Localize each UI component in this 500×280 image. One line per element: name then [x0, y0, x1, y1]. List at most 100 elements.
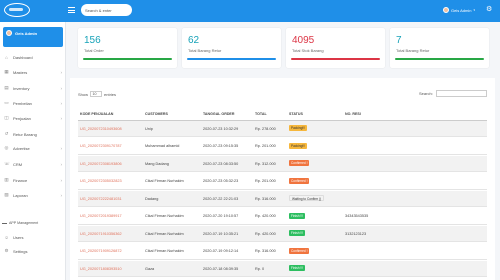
- order-code-link[interactable]: UG_2020071909126872: [80, 249, 122, 253]
- chevron-right-icon: ›: [60, 115, 63, 121]
- section-dash: [2, 223, 7, 224]
- order-code-link[interactable]: UG_2020072308193806: [80, 162, 122, 166]
- sidebar-item-penjualan[interactable]: ◫ Penjualan ›: [0, 113, 66, 123]
- table-row[interactable]: UG_2020072310493608 Unip 2020-07-23 10:32:…: [78, 121, 487, 137]
- sidebar-item-icon: ◫: [4, 115, 9, 120]
- stat-value: 4095: [292, 35, 315, 46]
- total-cell: Rp. 201.000: [255, 144, 276, 148]
- stat-value: 62: [188, 35, 200, 46]
- stat-progress-bar: [187, 58, 276, 60]
- stat-value: 7: [396, 35, 402, 46]
- sidebar-item-label: Masters: [13, 69, 28, 75]
- sidebar-item-laporan[interactable]: ▧ Laporan ›: [0, 190, 66, 200]
- sidebar-item-icon: ▥: [4, 177, 9, 182]
- sidebar-item-inventory[interactable]: ▤ Inventory ›: [0, 83, 66, 93]
- table-row[interactable]: UG_2020072305032823 Cikal Firman Nurhakim…: [78, 174, 487, 190]
- sidebar-item-label: Retur Barang: [13, 131, 37, 137]
- column-header-kode[interactable]: KODE PENJUALAN: [80, 112, 113, 116]
- table-row[interactable]: UG_2020072309170787 Muhammad alhamid 2020-…: [78, 139, 487, 155]
- show-label: Show: [78, 91, 89, 97]
- chevron-right-icon: ›: [60, 145, 63, 151]
- column-header-status[interactable]: STATUS: [289, 112, 303, 116]
- sidebar-item-masters[interactable]: ▦ Masters ›: [0, 67, 66, 77]
- sidebar-item-icon: ▦: [4, 69, 9, 74]
- table-search-input[interactable]: [436, 90, 487, 97]
- sidebar-item-label: Users: [13, 234, 24, 240]
- stat-label: Total Barang Retur: [188, 48, 222, 53]
- sidebar-item-icon: ☏: [4, 161, 10, 166]
- sidebar-item-label: Laporan: [13, 192, 28, 198]
- column-header-tanggal[interactable]: TANGGAL ORDER: [203, 112, 234, 116]
- sidebar-item-users[interactable]: ☺ Users: [0, 232, 66, 242]
- order-code-link[interactable]: UG_2020072309170787: [80, 144, 122, 148]
- sidebar: Geis Admin ⌂ Dashboard ▦ Masters › ▤ Inventory…: [0, 22, 66, 280]
- sidebar-item-settings[interactable]: ⚙ Settings: [0, 246, 66, 256]
- customer-cell: Cikal Firman Nurhakim: [145, 231, 184, 236]
- order-code-link[interactable]: UG_2020072310493608: [80, 127, 122, 131]
- sidebar-section-app-management: APP Management: [0, 219, 66, 227]
- stat-card: 7 Total Barang Retur: [390, 28, 489, 68]
- order-code-link[interactable]: UG_2020072222481031: [80, 197, 122, 201]
- order-date-cell: 2020-07-23 05:32:23: [203, 179, 239, 183]
- user-menu[interactable]: Geis Admin ▾: [443, 6, 475, 14]
- table-row[interactable]: UG_2020071808393510 Gaza 2020-07-18 08:39:…: [78, 261, 487, 277]
- chevron-right-icon: ›: [60, 161, 63, 167]
- sidebar-item-icon: ▤: [4, 85, 9, 90]
- sidebar-item-label: Advertise: [13, 145, 30, 151]
- order-code-link[interactable]: UG_2020072019389917: [80, 214, 122, 218]
- order-date-cell: 2020-07-23 10:32:29: [203, 126, 239, 131]
- sidebar-item-label: Settings: [13, 248, 28, 254]
- sidebar-item-retur-barang[interactable]: ↺ Retur Barang: [0, 129, 66, 139]
- avatar: [443, 7, 449, 13]
- entries-select[interactable]: 10: [90, 91, 103, 97]
- sidebar-item-advertise[interactable]: ◎ Advertise ›: [0, 143, 66, 153]
- column-header-total[interactable]: TOTAL: [255, 112, 267, 116]
- stat-card: 4095 Total Stok Barang: [286, 28, 385, 68]
- user-name: Geis Admin: [451, 7, 472, 13]
- avatar: [6, 30, 12, 36]
- customer-cell: Muhammad alhamid: [145, 144, 180, 148]
- customer-cell: Mang Dadang: [145, 161, 169, 166]
- customer-cell: Cikal Firman Nurhakim: [145, 214, 184, 218]
- table-row[interactable]: UG_2020072308193806 Mang Dadang 2020-07-23…: [78, 156, 487, 172]
- order-code-link[interactable]: UG_2020071910356362: [80, 232, 122, 236]
- column-header-resi[interactable]: NO. RESI: [345, 112, 361, 116]
- show-entries-control: Show 10 entries: [78, 91, 116, 97]
- total-cell: Rp. 201.000: [255, 179, 276, 183]
- status-badge: Packing!!!: [289, 142, 307, 149]
- sidebar-section-label: APP Management: [9, 221, 39, 225]
- table-row[interactable]: UG_2020072222481031 Dadang 2020-07-22 22:2…: [78, 191, 487, 207]
- order-date-cell: 2020-07-20 19:10:57: [203, 214, 239, 218]
- app-logo[interactable]: [4, 3, 30, 17]
- sidebar-item-dashboard[interactable]: ⌂ Dashboard: [0, 52, 66, 62]
- stat-card: 156 Total Order: [78, 28, 177, 68]
- order-code-link[interactable]: UG_2020072305032823: [80, 179, 122, 183]
- order-date-cell: 2020-07-18 08:39:35: [203, 266, 239, 271]
- table-search-label: Search:: [419, 91, 433, 96]
- sidebar-item-finance[interactable]: ▥ Finance ›: [0, 175, 66, 185]
- stat-label: Total Stok Barang: [292, 48, 324, 53]
- orders-table-panel: Show 10 entries Search: KODE PENJUALAN C…: [70, 78, 495, 280]
- column-header-customers[interactable]: CUSTOMERS: [145, 112, 168, 116]
- sidebar-item-icon: ▧: [4, 192, 9, 197]
- table-row[interactable]: UG_2020071910356362 Cikal Firman Nurhakim…: [78, 226, 487, 242]
- table-row[interactable]: UG_2020072019389917 Cikal Firman Nurhakim…: [78, 209, 487, 225]
- sidebar-item-label: Dashboard: [13, 54, 33, 60]
- total-cell: Rp. 420.000: [255, 231, 276, 236]
- sidebar-item-crm[interactable]: ☏ CRM ›: [0, 159, 66, 169]
- sidebar-item-pembelian[interactable]: ▭ Pembelian ›: [0, 98, 66, 108]
- sidebar-item-label: Finance: [13, 177, 28, 183]
- total-cell: Rp. 278.000: [255, 126, 276, 131]
- customer-cell: Cikal Firman Nurhakim: [145, 249, 184, 253]
- chevron-right-icon: ›: [60, 69, 63, 75]
- chevron-right-icon: ›: [60, 100, 63, 106]
- sidebar-item-icon: ☺: [4, 234, 9, 240]
- sidebar-item-icon: ◎: [4, 145, 9, 150]
- settings-gear-icon[interactable]: ⚙: [486, 6, 492, 14]
- sidebar-item-label: Penjualan: [13, 115, 31, 121]
- order-code-link[interactable]: UG_2020071808393510: [80, 267, 122, 271]
- search-input[interactable]: [81, 4, 132, 16]
- status-badge: Confirmed !: [289, 160, 310, 166]
- table-row[interactable]: UG_2020071909126872 Cikal Firman Nurhakim…: [78, 244, 487, 260]
- menu-toggle-icon[interactable]: [68, 7, 75, 13]
